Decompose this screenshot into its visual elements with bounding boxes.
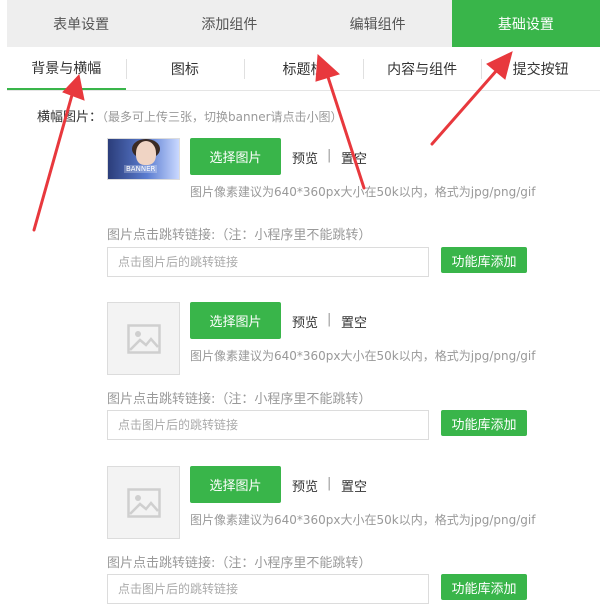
function-library-add-button[interactable]: 功能库添加 [441,574,527,600]
subtab-background-banner[interactable]: 背景与横幅 [7,47,126,90]
clear-link[interactable]: 置空 [341,476,367,495]
image-thumbnail[interactable] [107,466,180,539]
tab-basic-settings[interactable]: 基础设置 [451,0,600,47]
banner-section-label: 横幅图片：（最多可上传三张，切换banner请点击小图） [37,106,343,125]
clear-link[interactable]: 置空 [341,148,367,167]
subtab-submit-button[interactable]: 提交按钮 [481,47,600,90]
select-image-button[interactable]: 选择图片 [190,466,281,503]
function-library-add-button[interactable]: 功能库添加 [441,247,527,273]
image-thumbnail[interactable] [107,302,180,375]
link-separator: | [327,312,332,327]
select-image-button[interactable]: 选择图片 [190,302,281,339]
subtab-title-bar[interactable]: 标题栏 [244,47,363,90]
banner-thumbnail[interactable]: BANNER [107,138,180,180]
sub-tab-bar: 背景与横幅 图标 标题栏 内容与组件 提交按钮 [7,47,600,91]
banner-person-face [136,141,156,165]
link-separator: | [327,476,332,491]
tab-edit-component[interactable]: 编辑组件 [304,0,452,47]
size-hint: 图片像素建议为640*360px大小在50k以内，格式为jpg/png/gif [190,513,536,527]
clear-link[interactable]: 置空 [341,312,367,331]
preview-link[interactable]: 预览 [292,148,318,167]
jump-link-input[interactable] [107,247,429,277]
image-placeholder-icon [126,323,161,354]
top-tab-bar: 表单设置 添加组件 编辑组件 基础设置 [7,0,600,47]
tab-add-component[interactable]: 添加组件 [155,0,303,47]
banner-item-2: 选择图片 预览 | 置空 图片像素建议为640*360px大小在50k以内，格式… [107,302,600,442]
banner-item-1: BANNER 选择图片 预览 | 置空 图片像素建议为640*360px大小在5… [107,138,600,278]
banner-label: 横幅图片： [37,110,103,125]
jump-link-label: 图片点击跳转链接:（注：小程序里不能跳转） [107,392,372,407]
image-placeholder-icon [126,487,161,518]
jump-link-label: 图片点击跳转链接:（注：小程序里不能跳转） [107,556,372,571]
jump-link-label: 图片点击跳转链接:（注：小程序里不能跳转） [107,228,372,243]
select-image-button[interactable]: 选择图片 [190,138,281,175]
function-library-add-button[interactable]: 功能库添加 [441,410,527,436]
banner-caption: BANNER [124,165,158,173]
jump-link-input[interactable] [107,410,429,440]
jump-link-input[interactable] [107,574,429,604]
tab-form-settings[interactable]: 表单设置 [7,0,155,47]
banner-hint: （最多可上传三张，切换banner请点击小图） [102,110,343,124]
size-hint: 图片像素建议为640*360px大小在50k以内，格式为jpg/png/gif [190,349,536,363]
preview-link[interactable]: 预览 [292,312,318,331]
size-hint: 图片像素建议为640*360px大小在50k以内，格式为jpg/png/gif [190,185,536,199]
preview-link[interactable]: 预览 [292,476,318,495]
link-separator: | [327,148,332,163]
subtab-icon[interactable]: 图标 [125,47,245,90]
banner-item-3: 选择图片 预览 | 置空 图片像素建议为640*360px大小在50k以内，格式… [107,466,600,606]
subtab-content-components[interactable]: 内容与组件 [362,47,482,90]
